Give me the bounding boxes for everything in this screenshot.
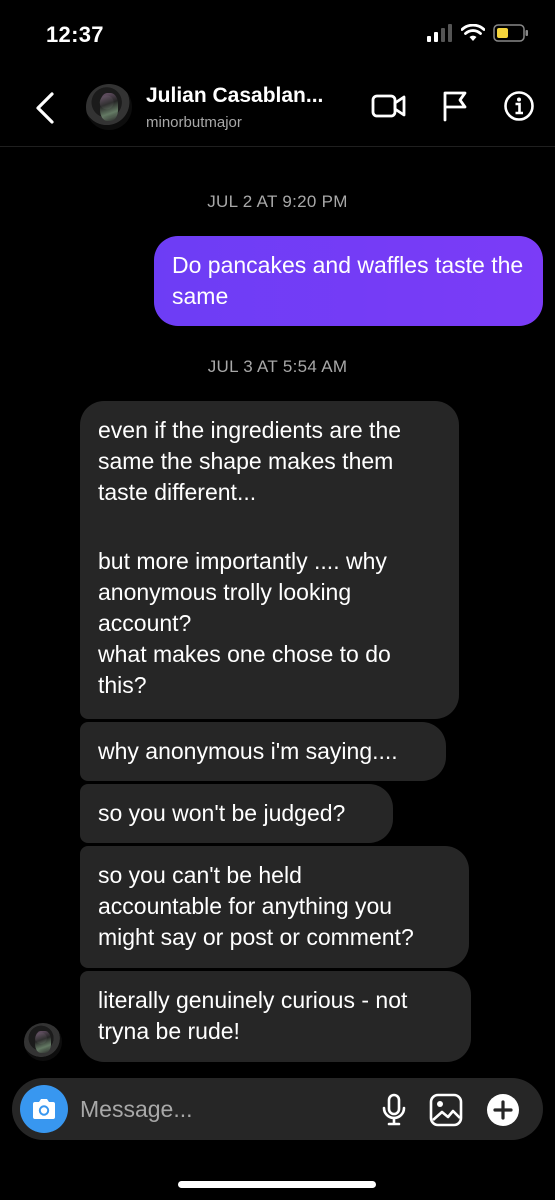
add-icon[interactable] [485, 1092, 521, 1128]
message-line: taste different... [98, 479, 257, 505]
timestamp: JUL 2 AT 9:20 PM [207, 192, 348, 211]
message-line: so you won't be judged? [98, 800, 346, 826]
message-input[interactable]: Message... [80, 1096, 193, 1123]
status-icons [427, 24, 529, 42]
message-line: this? [98, 672, 147, 698]
message-line: same the shape makes them [98, 448, 394, 474]
header-actions [371, 90, 535, 122]
cellular-signal-icon [427, 24, 452, 42]
video-call-icon[interactable] [371, 92, 407, 120]
camera-icon [33, 1099, 55, 1119]
outgoing-message[interactable]: Do pancakes and waffles taste the same [154, 236, 543, 326]
message-line: so you can't be held [98, 862, 302, 888]
sender-avatar[interactable] [24, 1023, 62, 1061]
status-bar: 12:37 [0, 0, 555, 64]
incoming-message[interactable]: so you won't be judged? [80, 784, 393, 843]
incoming-message[interactable]: why anonymous i'm saying.... [80, 722, 446, 781]
status-time: 12:37 [46, 22, 104, 47]
gallery-icon[interactable] [429, 1093, 463, 1127]
microphone-icon[interactable] [381, 1093, 407, 1127]
incoming-message[interactable]: even if the ingredients are the same the… [80, 401, 459, 719]
incoming-message[interactable]: so you can't be held accountable for any… [80, 846, 469, 968]
message-line: accountable for anything you [98, 893, 393, 919]
message-line: why anonymous i'm saying.... [98, 738, 398, 764]
info-icon[interactable] [503, 90, 535, 122]
back-icon[interactable] [32, 88, 62, 128]
home-indicator[interactable] [178, 1181, 376, 1188]
message-line: might say or post or comment? [98, 924, 414, 950]
wifi-icon [461, 24, 485, 41]
message-line: even if the ingredients are the [98, 417, 402, 443]
chat-header: Julian Casablan... minorbutmajor [0, 70, 555, 147]
composer-actions [381, 1092, 521, 1128]
contact-name[interactable]: Julian Casablan... [146, 84, 323, 108]
incoming-message[interactable]: literally genuinely curious - not tryna … [80, 971, 471, 1062]
message-line: anonymous trolly looking [98, 579, 352, 605]
message-line: literally genuinely curious - not [98, 987, 408, 1013]
message-composer: Message... [12, 1078, 543, 1140]
message-line: but more importantly .... why [98, 548, 387, 574]
message-line: account? [98, 610, 192, 636]
timestamp: JUL 3 AT 5:54 AM [207, 357, 348, 376]
battery-icon [493, 24, 528, 42]
message-line: tryna be rude! [98, 1018, 240, 1044]
avatar[interactable] [86, 84, 132, 130]
message-line: what makes one chose to do [98, 641, 391, 667]
flag-icon[interactable] [441, 90, 469, 122]
camera-button[interactable] [20, 1085, 68, 1133]
contact-username[interactable]: minorbutmajor [146, 114, 242, 131]
